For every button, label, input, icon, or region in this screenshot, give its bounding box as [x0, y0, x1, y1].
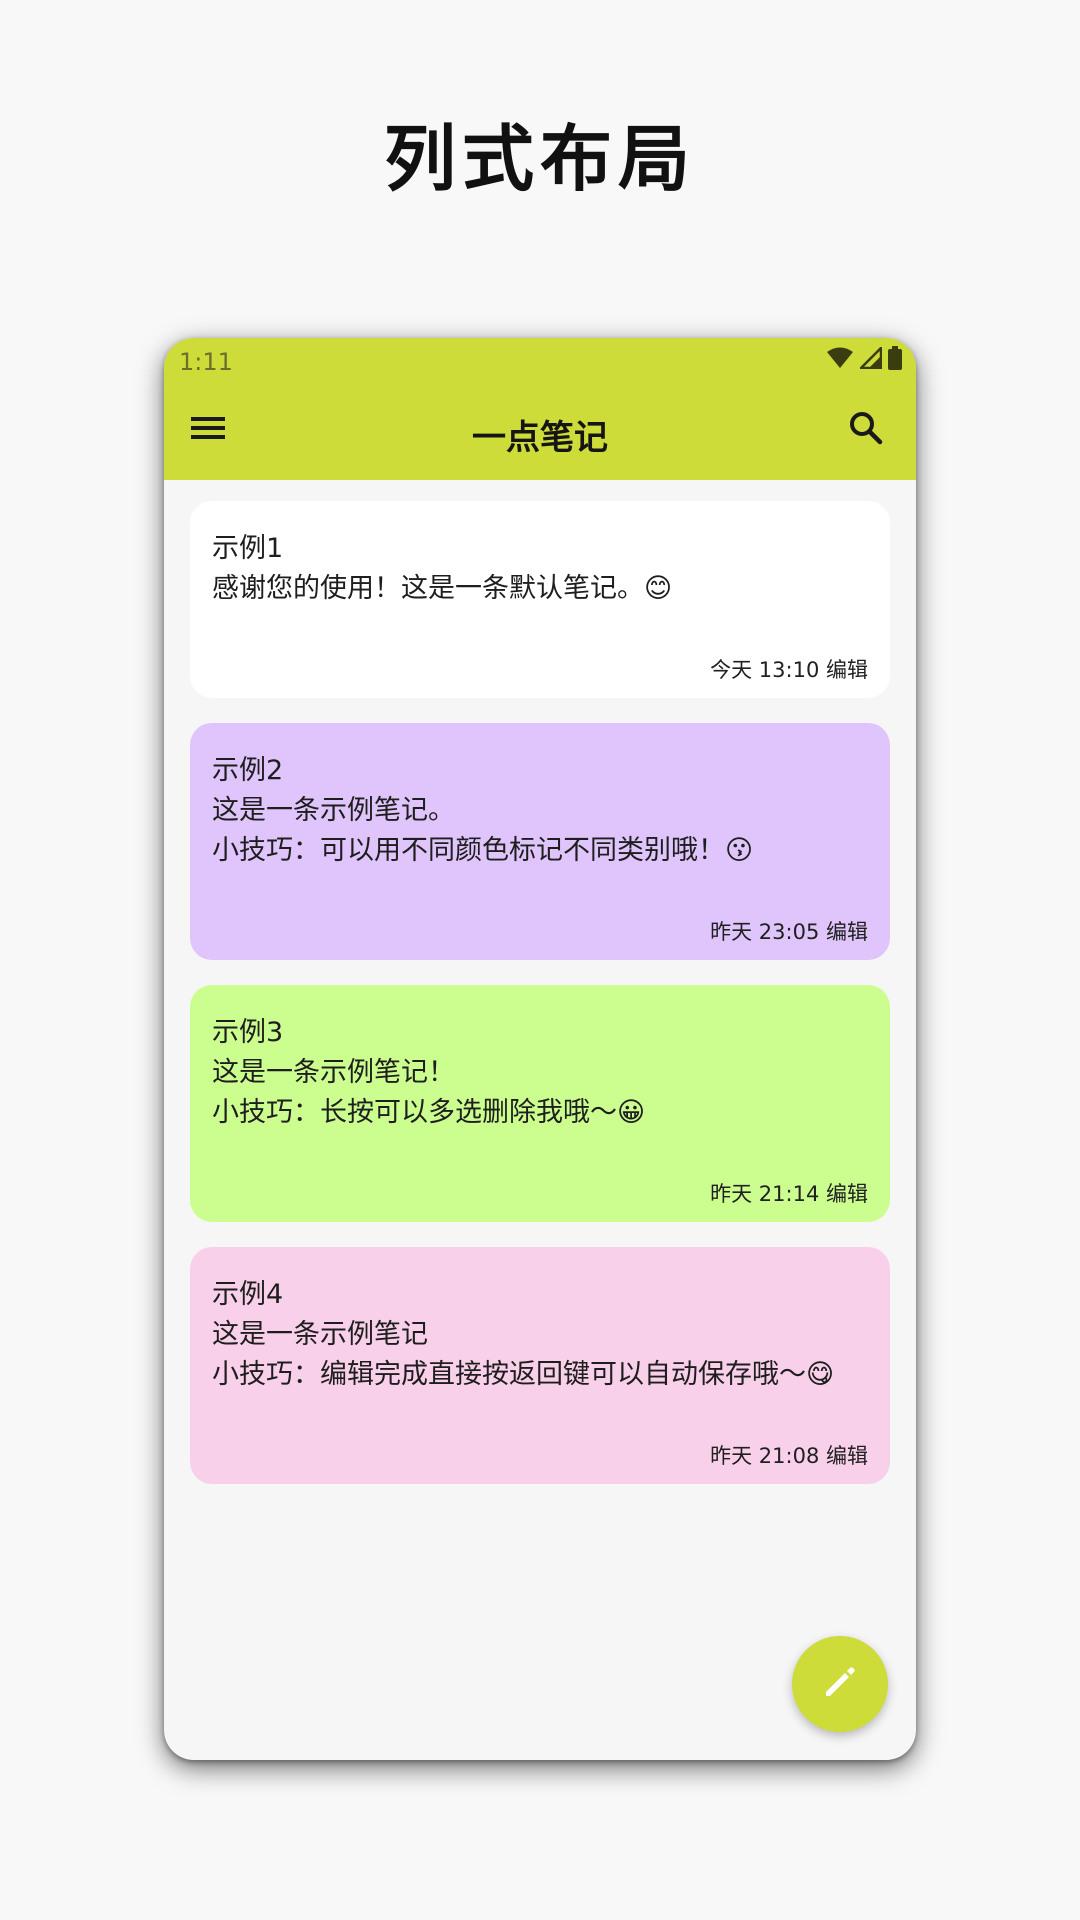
- note-card[interactable]: 示例1 感谢您的使用！这是一条默认笔记。😊 今天 13:10 编辑: [190, 501, 890, 698]
- note-card[interactable]: 示例3 这是一条示例笔记！ 小技巧：长按可以多选删除我哦～😀 昨天 21:14 …: [190, 985, 890, 1222]
- note-edit-time: 昨天 23:05 编辑: [710, 920, 868, 944]
- app-title: 一点笔记: [472, 418, 608, 458]
- note-content-line: 小技巧：编辑完成直接按返回键可以自动保存哦～😋: [212, 1359, 835, 1390]
- note-edit-time: 昨天 21:08 编辑: [710, 1444, 868, 1468]
- pencil-icon: [822, 1664, 858, 1704]
- signal-icon: [860, 347, 882, 369]
- status-time: 1:11: [179, 348, 233, 376]
- note-content-line: 这是一条示例笔记！: [212, 1057, 455, 1088]
- note-content-line: 小技巧：长按可以多选删除我哦～😀: [212, 1097, 646, 1128]
- note-content-line: 这是一条示例笔记。: [212, 795, 455, 826]
- status-icons: [826, 346, 902, 370]
- note-list: 示例1 感谢您的使用！这是一条默认笔记。😊 今天 13:10 编辑 示例2 这是…: [190, 501, 890, 1509]
- note-title: 示例3: [212, 1017, 284, 1048]
- promo-heading: 列式布局: [383, 117, 696, 201]
- wifi-icon: [826, 346, 854, 370]
- app-bar: 1:11 一点笔记: [164, 338, 916, 480]
- note-title: 示例4: [212, 1279, 284, 1310]
- note-content-line: 这是一条示例笔记: [212, 1319, 428, 1350]
- note-content-line: 小技巧：可以用不同颜色标记不同类别哦！😗: [212, 835, 754, 866]
- note-content-line: 感谢您的使用！这是一条默认笔记。😊: [212, 573, 673, 604]
- search-button[interactable]: [844, 408, 888, 452]
- phone-screen: 1:11 一点笔记 示例1 感谢您的使用！这是一条默认笔记。😊 今天 13:10…: [164, 338, 916, 1760]
- note-edit-time: 今天 13:10 编辑: [710, 658, 868, 682]
- new-note-button[interactable]: [792, 1636, 888, 1732]
- search-icon: [849, 411, 883, 449]
- battery-icon: [888, 346, 902, 370]
- note-edit-time: 昨天 21:14 编辑: [710, 1182, 868, 1206]
- note-card[interactable]: 示例2 这是一条示例笔记。 小技巧：可以用不同颜色标记不同类别哦！😗 昨天 23…: [190, 723, 890, 960]
- note-card[interactable]: 示例4 这是一条示例笔记 小技巧：编辑完成直接按返回键可以自动保存哦～😋 昨天 …: [190, 1247, 890, 1484]
- note-title: 示例2: [212, 755, 284, 786]
- note-title: 示例1: [212, 533, 284, 564]
